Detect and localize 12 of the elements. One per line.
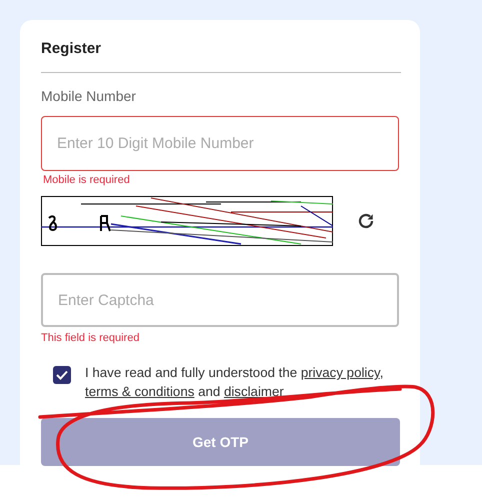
field-label: Mobile Number [41,87,136,105]
policy-link[interactable]: disclaimer [224,384,284,399]
error-message: This field is required [41,331,140,345]
refresh-icon[interactable] [357,212,375,230]
error-message: Mobile is required [43,173,130,187]
policy-link[interactable]: privacy policy [300,365,380,380]
policy-link[interactable]: terms & conditions [85,384,194,399]
captcha-field[interactable]: Enter Captcha [41,273,399,327]
consent-text: I have read and fully understood the privacy policy, terms & conditions and disclaimer [85,364,384,401]
mobile-number-field[interactable]: Enter 10 Digit Mobile Number [41,116,399,171]
checkbox[interactable] [53,366,71,384]
card-title: Register [41,39,102,59]
